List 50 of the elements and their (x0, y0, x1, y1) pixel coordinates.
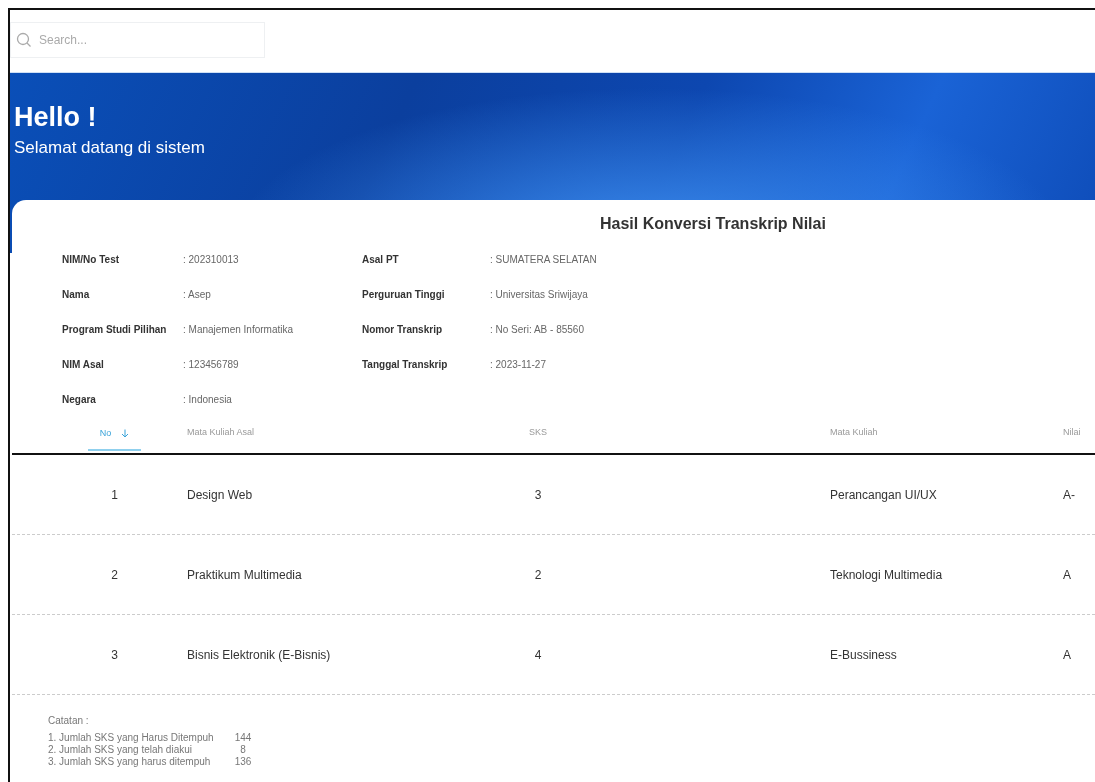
table-cell: 4 (534, 647, 542, 662)
field-label: Asal PT (362, 254, 399, 265)
table-cell: E-Bussiness (830, 647, 897, 662)
table-cell: Design Web (187, 487, 253, 502)
greeting-subtitle: Selamat datang di sistem (14, 137, 205, 160)
column-header[interactable]: Nilai (1063, 426, 1081, 440)
field-label: Program Studi Pilihan (62, 324, 167, 335)
note-value: 144 (234, 732, 252, 743)
note-text: 1. Jumlah SKS yang Harus Ditempuh (48, 732, 214, 743)
field-value: : SUMATERA SELATAN (490, 254, 597, 265)
field-label: Negara (62, 394, 96, 405)
note-value: 8 (240, 744, 246, 755)
table-cell: A (1063, 647, 1071, 662)
table-cell: Bisnis Elektronik (E-Bisnis) (187, 647, 331, 662)
field-value: : Asep (183, 289, 211, 300)
column-header[interactable]: SKS (529, 426, 547, 440)
field-value: : Indonesia (183, 394, 232, 405)
field-value: : 2023-11-27 (490, 359, 546, 370)
note-text: 3. Jumlah SKS yang harus ditempuh (48, 756, 211, 767)
table-cell: 3 (111, 647, 118, 662)
card-title: Hasil Konversi Transkrip Nilai (600, 215, 826, 232)
table-cell: 1 (111, 487, 118, 502)
field-value: : 202310013 (183, 254, 239, 265)
field-value: : Universitas Sriwijaya (490, 289, 588, 300)
notes-title: Catatan : (48, 714, 90, 728)
field-label: NIM Asal (62, 359, 104, 370)
column-header[interactable]: Mata Kuliah Asal (187, 426, 255, 440)
table-cell: A (1063, 567, 1071, 582)
sort-down-icon (121, 429, 130, 438)
table-cell: 2 (111, 567, 118, 582)
field-label: Tanggal Transkrip (362, 359, 448, 370)
field-value: : Manajemen Informatika (183, 324, 294, 335)
field-value: : 123456789 (183, 359, 239, 370)
search-field[interactable]: Search... (10, 22, 265, 58)
greeting-title: Hello ! (14, 101, 97, 134)
field-label: Perguruan Tinggi (362, 289, 445, 300)
table-cell: Praktikum Multimedia (187, 567, 302, 582)
column-header[interactable]: No (87, 418, 142, 451)
column-header[interactable]: Mata Kuliah (830, 426, 878, 440)
table-cell: 2 (534, 567, 542, 582)
note-value: 136 (234, 756, 252, 767)
table-cell: 3 (534, 487, 542, 502)
table-cell: Teknologi Multimedia (830, 567, 943, 582)
field-label: Nomor Transkrip (362, 324, 443, 335)
table-cell: A- (1063, 487, 1075, 502)
field-value: : No Seri: AB - 85560 (490, 324, 584, 335)
field-label: Nama (62, 289, 90, 300)
field-label: NIM/No Test (62, 254, 120, 265)
note-text: 2. Jumlah SKS yang telah diakui (48, 744, 192, 755)
table-cell: Perancangan UI/UX (830, 487, 937, 502)
